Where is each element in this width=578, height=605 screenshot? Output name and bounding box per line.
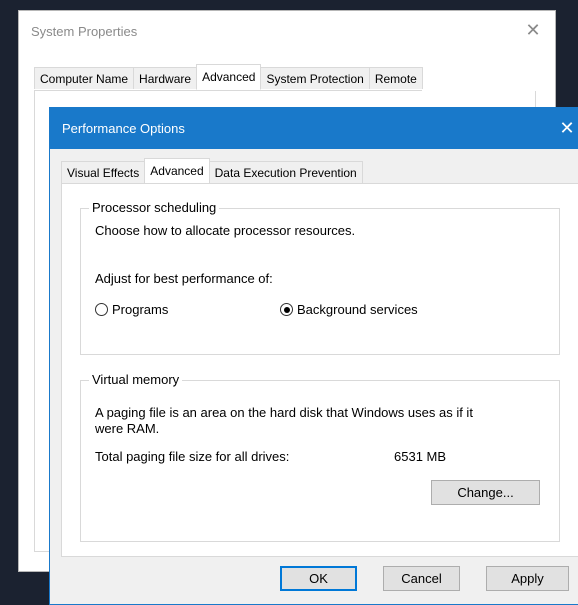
performance-options-dialog: Performance Options ✕ Visual Effects Adv… xyxy=(49,107,578,605)
radio-selected-icon xyxy=(280,303,293,316)
tab-remote[interactable]: Remote xyxy=(368,67,423,89)
tab-data-execution-prevention[interactable]: Data Execution Prevention xyxy=(208,161,363,183)
virtual-memory-group: Virtual memory A paging file is an area … xyxy=(80,372,560,542)
total-paging-label: Total paging file size for all drives: xyxy=(95,449,290,464)
virtual-memory-description-line2: were RAM. xyxy=(95,421,160,436)
programs-radio-label: Programs xyxy=(112,302,169,317)
close-icon[interactable]: ✕ xyxy=(523,20,543,40)
system-properties-tabs: Computer Name Hardware Advanced System P… xyxy=(34,64,423,91)
virtual-memory-description-line1: A paging file is an area on the hard dis… xyxy=(95,405,473,420)
advanced-tab-pane: Processor scheduling Choose how to alloc… xyxy=(61,183,578,557)
tab-computer-name[interactable]: Computer Name xyxy=(34,67,135,89)
background-services-radio[interactable]: Background services xyxy=(280,302,418,317)
window-title: System Properties xyxy=(31,24,138,39)
tab-advanced[interactable]: Advanced xyxy=(144,158,210,183)
tab-hardware[interactable]: Hardware xyxy=(133,67,198,89)
tab-advanced[interactable]: Advanced xyxy=(196,64,262,90)
adjust-performance-label: Adjust for best performance of: xyxy=(95,271,273,286)
virtual-memory-legend: Virtual memory xyxy=(89,372,183,387)
processor-scheduling-group: Processor scheduling Choose how to alloc… xyxy=(80,200,560,355)
tab-system-protection[interactable]: System Protection xyxy=(260,67,370,89)
performance-options-tabs: Visual Effects Advanced Data Execution P… xyxy=(61,158,363,183)
change-button[interactable]: Change... xyxy=(431,480,540,505)
performance-options-titlebar[interactable]: Performance Options ✕ xyxy=(50,108,578,149)
radio-unselected-icon xyxy=(95,303,108,316)
processor-scheduling-legend: Processor scheduling xyxy=(89,200,220,215)
total-paging-value: 6531 MB xyxy=(394,449,447,464)
background-services-radio-label: Background services xyxy=(297,302,418,317)
close-icon[interactable]: ✕ xyxy=(553,116,578,140)
processor-description: Choose how to allocate processor resourc… xyxy=(95,223,356,238)
tab-visual-effects[interactable]: Visual Effects xyxy=(61,161,146,183)
system-properties-titlebar[interactable]: System Properties ✕ xyxy=(19,11,555,51)
programs-radio[interactable]: Programs xyxy=(95,302,168,317)
ok-button[interactable]: OK xyxy=(280,566,357,591)
cancel-button[interactable]: Cancel xyxy=(383,566,460,591)
dialog-title: Performance Options xyxy=(62,121,185,136)
apply-button[interactable]: Apply xyxy=(486,566,569,591)
